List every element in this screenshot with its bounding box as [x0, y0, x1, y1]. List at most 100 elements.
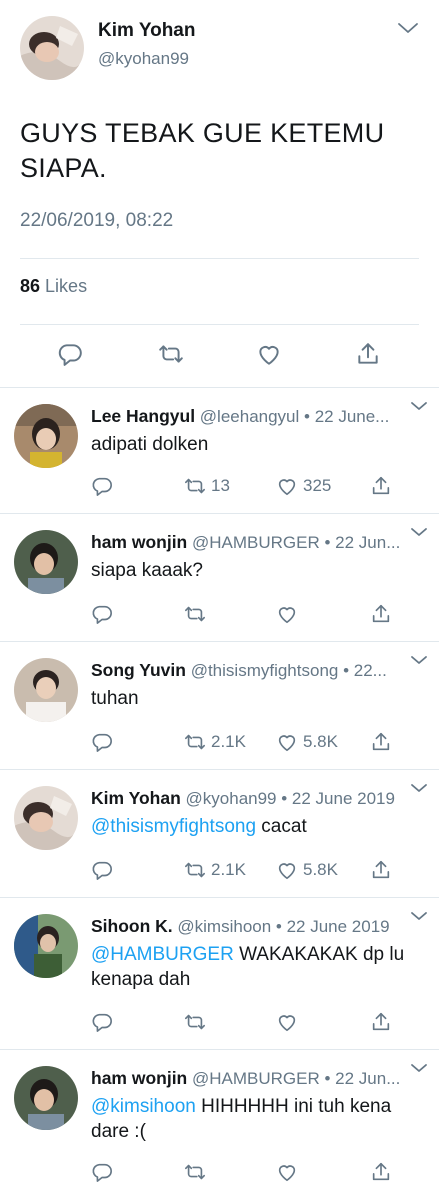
avatar[interactable]: [14, 786, 78, 850]
tweet-timestamp[interactable]: 22/06/2019, 08:22: [20, 210, 173, 232]
like-button[interactable]: 325: [276, 474, 331, 498]
reply-tweet[interactable]: Sihoon K. @kimsihoon • 22 June 2019 @HAM…: [0, 898, 439, 1050]
reply-button[interactable]: [91, 474, 113, 498]
avatar[interactable]: [14, 658, 78, 722]
chevron-down-icon[interactable]: [410, 526, 428, 538]
mention-link[interactable]: @kimsihoon: [91, 1096, 196, 1117]
reply-icon: [92, 1163, 112, 1182]
tweet-text: GUYS TEBAK GUE KETEMU SIAPA.: [20, 118, 385, 183]
chevron-down-icon[interactable]: [410, 1062, 428, 1074]
reply-button[interactable]: [91, 858, 113, 882]
reply-tweet[interactable]: ham wonjin @HAMBURGER • 22 Jun... @kimsi…: [0, 1050, 439, 1200]
retweet-button[interactable]: [184, 1160, 211, 1184]
reply-text: @HAMBURGER WAKAKAKAK dp lu kenapa dah: [91, 942, 421, 992]
heart-icon: [278, 735, 296, 752]
share-icon: [372, 732, 390, 751]
heart-icon: [259, 346, 279, 365]
share-button[interactable]: [370, 1160, 392, 1184]
reply-author-name[interactable]: Lee Hangyul: [91, 406, 195, 426]
like-button[interactable]: [256, 341, 282, 367]
retweet-icon: [185, 606, 205, 622]
reply-button[interactable]: [91, 730, 113, 754]
chevron-down-icon[interactable]: [410, 910, 428, 922]
reply-body: cacat: [256, 816, 307, 837]
retweet-button[interactable]: 2.1K: [184, 858, 246, 882]
divider: [20, 324, 419, 325]
like-button[interactable]: [276, 602, 303, 626]
retweet-button[interactable]: [184, 602, 211, 626]
like-count: 5.8K: [303, 860, 338, 879]
reply-text: adipati dolken: [91, 432, 421, 457]
reply-button[interactable]: [91, 1160, 113, 1184]
retweet-icon: [185, 1164, 205, 1180]
share-button[interactable]: [370, 858, 392, 882]
reply-author-name[interactable]: Kim Yohan: [91, 788, 181, 808]
avatar[interactable]: [20, 16, 84, 80]
reply-icon: [92, 477, 112, 496]
reply-author-name[interactable]: ham wonjin: [91, 532, 187, 552]
reply-tweet[interactable]: Song Yuvin @thisismyfightsong • 22... tu…: [0, 642, 439, 770]
retweet-button[interactable]: [158, 341, 184, 367]
reply-header: Kim Yohan @kyohan99 • 22 June 2019: [91, 788, 409, 809]
reply-author-name[interactable]: Sihoon K.: [91, 916, 173, 936]
likes-label: Likes: [45, 276, 88, 296]
reply-author-name[interactable]: ham wonjin: [91, 1068, 187, 1088]
chevron-down-icon[interactable]: [396, 18, 420, 38]
mention-link[interactable]: @HAMBURGER: [91, 944, 234, 965]
avatar[interactable]: [14, 914, 78, 978]
reply-tweet[interactable]: ham wonjin @HAMBURGER • 22 Jun... siapa …: [0, 514, 439, 642]
like-count: 325: [303, 476, 332, 495]
reply-icon: [92, 733, 112, 752]
reply-meta: @leehangyul • 22 June...: [199, 407, 390, 426]
share-button[interactable]: [355, 341, 381, 367]
heart-icon: [278, 607, 296, 624]
author-handle[interactable]: @kyohan99: [98, 49, 189, 69]
likes-summary[interactable]: 86 Likes: [20, 276, 87, 297]
reply-meta: @kyohan99 • 22 June 2019: [185, 789, 395, 808]
retweet-icon: [185, 734, 205, 750]
like-button[interactable]: [276, 1160, 303, 1184]
share-button[interactable]: [370, 602, 392, 626]
reply-author-name[interactable]: Song Yuvin: [91, 660, 186, 680]
avatar[interactable]: [14, 404, 78, 468]
likes-count: 86: [20, 276, 41, 296]
like-button[interactable]: 5.8K: [276, 858, 338, 882]
heart-icon: [278, 1015, 296, 1032]
reply-body: siapa kaaak?: [91, 560, 203, 581]
avatar[interactable]: [14, 530, 78, 594]
retweet-button[interactable]: [184, 1010, 211, 1034]
retweet-button[interactable]: 2.1K: [184, 730, 246, 754]
share-icon: [372, 1012, 390, 1031]
retweet-icon: [185, 478, 205, 494]
share-button[interactable]: [370, 730, 392, 754]
chevron-down-icon[interactable]: [410, 654, 428, 666]
reply-tweet[interactable]: Lee Hangyul @leehangyul • 22 June... adi…: [0, 388, 439, 514]
reply-button[interactable]: [91, 602, 113, 626]
retweet-count: 2.1K: [211, 732, 246, 751]
reply-button[interactable]: [91, 1010, 113, 1034]
reply-meta: @HAMBURGER • 22 Jun...: [191, 1069, 401, 1088]
like-button[interactable]: 5.8K: [276, 730, 338, 754]
reply-tweet[interactable]: Kim Yohan @kyohan99 • 22 June 2019 @this…: [0, 770, 439, 898]
reply-header: Lee Hangyul @leehangyul • 22 June...: [91, 406, 409, 427]
share-button[interactable]: [370, 474, 392, 498]
retweet-button[interactable]: 13: [184, 474, 230, 498]
avatar[interactable]: [14, 1066, 78, 1130]
chevron-down-icon[interactable]: [410, 400, 428, 412]
mention-link[interactable]: @thisismyfightsong: [91, 816, 256, 837]
reply-header: ham wonjin @HAMBURGER • 22 Jun...: [91, 1068, 409, 1089]
heart-icon: [278, 479, 296, 496]
like-button[interactable]: [276, 1010, 303, 1034]
like-count: 5.8K: [303, 732, 338, 751]
reply-meta: @kimsihoon • 22 June 2019: [177, 917, 390, 936]
reply-body: tuhan: [91, 688, 139, 709]
author-name[interactable]: Kim Yohan: [98, 20, 195, 42]
chevron-down-icon[interactable]: [410, 782, 428, 794]
retweet-icon: [185, 862, 205, 878]
share-button[interactable]: [370, 1010, 392, 1034]
divider: [20, 258, 419, 259]
reply-body: adipati dolken: [91, 434, 209, 455]
reply-icon: [92, 605, 112, 624]
reply-meta: @thisismyfightsong • 22...: [190, 661, 387, 680]
reply-button[interactable]: [57, 341, 83, 367]
